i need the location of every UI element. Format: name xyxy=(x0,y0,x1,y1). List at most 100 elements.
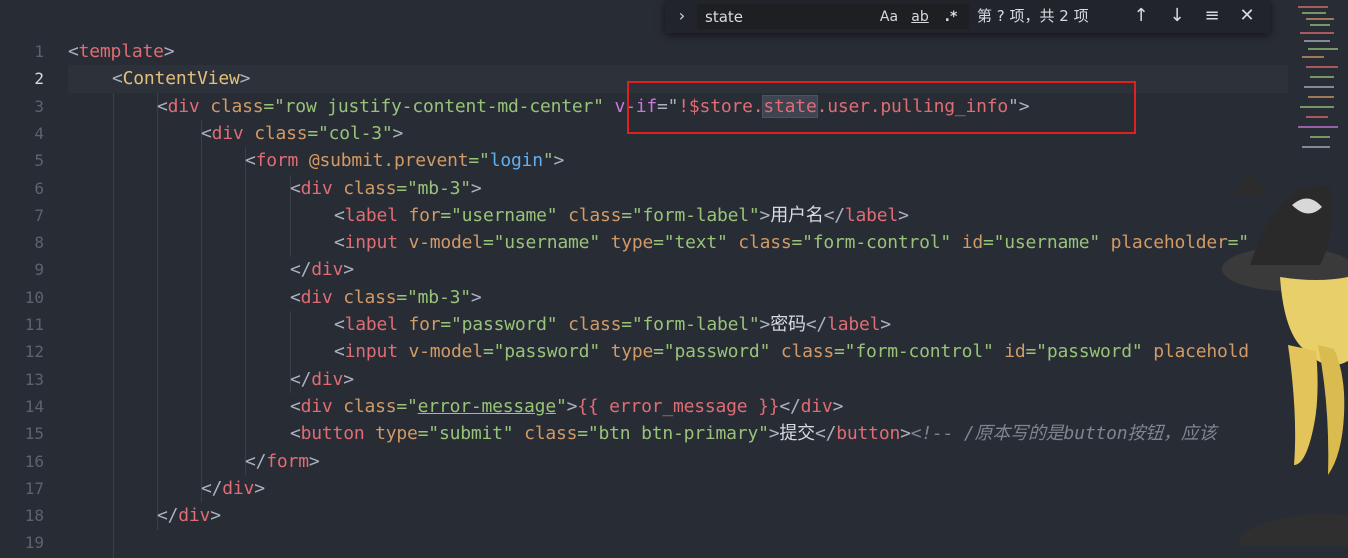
find-input[interactable] xyxy=(705,4,865,29)
token-attribute: for xyxy=(408,314,441,335)
token-attribute: type xyxy=(375,423,418,445)
indent-guide xyxy=(113,65,114,558)
token-punctuation: =" xyxy=(440,204,462,226)
token-punctuation: < xyxy=(68,41,79,62)
code-line-8[interactable]: <input v-model="username" type="text" cl… xyxy=(334,229,1249,256)
token-punctuation: > xyxy=(343,259,354,281)
token-punctuation: " xyxy=(593,95,604,117)
token-punctuation: " xyxy=(717,232,728,254)
code-line-17[interactable]: </div> xyxy=(201,475,265,502)
minimap-line xyxy=(1300,106,1334,108)
code-line-18[interactable]: </div> xyxy=(157,502,221,529)
token-string: btn btn-primary xyxy=(598,423,759,445)
token-tag: div xyxy=(300,286,333,308)
code-line-10[interactable]: <div class="mb-3"> xyxy=(290,284,482,311)
token-attribute: class xyxy=(780,341,835,363)
token-string: login xyxy=(489,150,543,172)
toggle-replace-button[interactable]: › xyxy=(671,4,693,28)
code-editor[interactable]: 1 2 3 4 5 6 7 8 9 10 11 12 13 14 15 16 17 18 19 <template>… xyxy=(0,0,1348,558)
line-number: 5 xyxy=(34,151,44,171)
line-number: 12 xyxy=(24,342,44,362)
token-punctuation: > xyxy=(553,150,565,172)
token-tag: input xyxy=(344,341,398,363)
token-mustache: }} xyxy=(747,395,780,417)
code-line-5[interactable]: <form @submit.prevent="login"> xyxy=(245,147,564,174)
line-number: 19 xyxy=(24,533,44,553)
arrow-up-icon: ↑ xyxy=(1133,5,1149,26)
code-line-14[interactable]: <div class="error-message">{{ error_mess… xyxy=(290,393,843,420)
token-punctuation: " xyxy=(381,122,393,144)
token-punctuation: > xyxy=(900,423,911,445)
code-line-7[interactable]: <label for="username" class="form-label"… xyxy=(334,202,909,229)
token-punctuation: " xyxy=(748,314,760,335)
line-number: 3 xyxy=(34,96,44,116)
code-line-9[interactable]: </div> xyxy=(290,256,354,283)
code-line-15[interactable]: <button type="submit" class="btn btn-pri… xyxy=(290,420,1217,447)
token-string: form-control xyxy=(855,341,983,363)
token-tag: label xyxy=(344,314,398,335)
match-whole-word-button[interactable]: ab xyxy=(907,7,933,27)
whole-word-icon: ab xyxy=(911,9,929,25)
token-punctuation: =" xyxy=(396,177,418,199)
token-punctuation: </ xyxy=(290,259,312,281)
token-punctuation: > xyxy=(832,395,844,417)
code-line-6[interactable]: <div class="mb-3"> xyxy=(290,175,482,202)
code-line-4[interactable]: <div class="col-3"> xyxy=(201,120,403,147)
token-string: password xyxy=(1046,341,1132,363)
minimap-line xyxy=(1298,126,1338,128)
close-find-button[interactable]: ✕ xyxy=(1235,4,1259,28)
close-icon: ✕ xyxy=(1239,5,1255,26)
match-case-button[interactable]: Aa xyxy=(877,7,901,27)
token-punctuation: > xyxy=(210,505,221,527)
token-punctuation: " xyxy=(1089,232,1101,254)
token-attribute: class xyxy=(210,95,264,117)
token-punctuation: " xyxy=(1131,341,1143,363)
token-punctuation: " xyxy=(546,314,558,335)
token-punctuation: =" xyxy=(396,395,418,417)
token-text: 密码 xyxy=(770,314,806,335)
line-number: 1 xyxy=(34,42,44,61)
token-string: mb-3 xyxy=(417,177,461,199)
token-string: form-label xyxy=(642,204,750,226)
minimap-line xyxy=(1304,40,1330,42)
token-punctuation: < xyxy=(334,341,345,363)
token-string: password xyxy=(461,314,547,335)
code-line-13[interactable]: </div> xyxy=(290,366,354,393)
token-punctuation: </ xyxy=(779,395,801,417)
next-match-button[interactable]: ↓ xyxy=(1165,4,1189,28)
token-string: password xyxy=(504,341,590,363)
code-line-16[interactable]: </form> xyxy=(245,448,320,475)
use-regex-button[interactable]: .* xyxy=(939,7,963,27)
token-punctuation: < xyxy=(290,177,301,199)
token-string: col-3 xyxy=(328,122,382,144)
line-number: 14 xyxy=(24,396,44,416)
minimap-line xyxy=(1306,116,1328,118)
token-tag: div xyxy=(222,477,255,499)
token-component: ContentView xyxy=(122,68,240,90)
previous-match-button[interactable]: ↑ xyxy=(1129,4,1153,28)
line-number: 8 xyxy=(34,233,44,253)
token-punctuation: < xyxy=(245,150,256,172)
minimap-line xyxy=(1304,86,1334,88)
code-line-1[interactable]: <template> xyxy=(68,38,175,65)
code-line-12[interactable]: <input v-model="password" type="password… xyxy=(334,338,1249,365)
token-punctuation: " xyxy=(589,232,600,254)
token-string: error-message xyxy=(417,395,556,417)
token-tag: div xyxy=(167,95,200,117)
token-punctuation: > xyxy=(759,204,771,226)
indent-guide xyxy=(245,147,246,475)
token-attribute: type xyxy=(610,232,654,254)
find-in-selection-button[interactable]: ≡ xyxy=(1200,4,1224,28)
annotation-highlight-box xyxy=(627,81,1136,134)
token-tag: form xyxy=(255,150,299,172)
token-tag: button xyxy=(300,423,365,445)
chevron-right-icon: › xyxy=(678,6,686,25)
token-string: form-control xyxy=(812,232,941,254)
token-text: 提交 xyxy=(779,423,815,445)
token-punctuation: > xyxy=(308,450,320,472)
token-punctuation: > xyxy=(470,286,482,308)
code-line-11[interactable]: <label for="password" class="form-label"… xyxy=(334,311,891,338)
